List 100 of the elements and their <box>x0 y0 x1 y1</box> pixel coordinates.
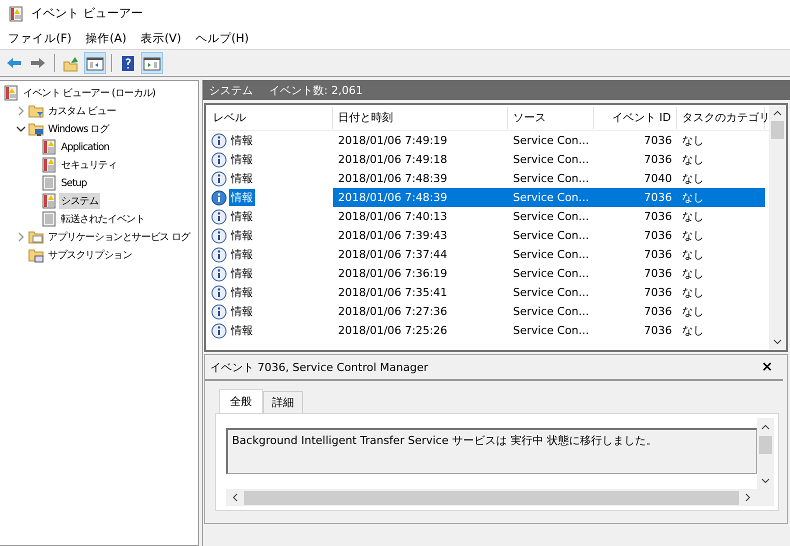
table-cell[interactable]: 情報 <box>229 227 255 244</box>
tree-item[interactable]: Setup <box>59 176 89 190</box>
table-cell[interactable]: なし <box>677 247 765 262</box>
table-cell[interactable]: 7036 <box>594 229 677 242</box>
info-icon <box>211 266 227 282</box>
tree-item[interactable]: セキュリティ <box>59 157 119 173</box>
table-cell[interactable]: Service Con... <box>508 267 594 280</box>
menu-item[interactable]: ヘルプ(H) <box>190 28 254 48</box>
chevron-down-icon[interactable] <box>16 124 26 134</box>
column-header[interactable]: 日付と時刻 <box>333 106 508 128</box>
table-cell[interactable]: 情報 <box>229 208 255 225</box>
table-cell[interactable]: なし <box>677 133 765 148</box>
tree-item[interactable]: システム <box>59 193 100 209</box>
table-cell[interactable]: Service Con... <box>508 134 594 147</box>
window-title: イベント ビューアー <box>31 5 143 22</box>
scroll-up-icon[interactable] <box>761 424 770 430</box>
menu-item[interactable]: ファイル(F) <box>3 28 77 48</box>
table-cell[interactable]: 2018/01/06 7:40:13 <box>333 210 508 223</box>
table-cell[interactable]: なし <box>677 209 765 224</box>
scroll-thumb[interactable] <box>771 121 784 139</box>
table-cell[interactable]: 情報 <box>229 151 255 168</box>
table-cell[interactable]: Service Con... <box>508 286 594 299</box>
table-cell[interactable]: 7036 <box>594 324 677 337</box>
table-cell[interactable]: 7036 <box>594 286 677 299</box>
log-icon <box>41 175 57 191</box>
table-cell[interactable]: 2018/01/06 7:39:43 <box>333 229 508 242</box>
table-cell[interactable]: Service Con... <box>508 191 594 204</box>
show-tree-button[interactable] <box>84 52 106 74</box>
scroll-left-icon[interactable] <box>232 493 238 502</box>
tab[interactable]: 詳細 <box>263 391 303 413</box>
table-cell[interactable]: 情報 <box>229 246 255 263</box>
table-cell[interactable]: 2018/01/06 7:48:39 <box>333 172 508 185</box>
column-header[interactable]: レベル <box>208 106 333 128</box>
scroll-down-icon[interactable] <box>773 339 782 345</box>
table-cell[interactable]: Service Con... <box>508 172 594 185</box>
table-cell[interactable]: 7040 <box>594 172 677 185</box>
table-cell[interactable]: 2018/01/06 7:48:39 <box>333 191 508 204</box>
table-cell[interactable]: 7036 <box>594 191 677 204</box>
vertical-scrollbar[interactable] <box>757 418 774 506</box>
chevron-right-icon[interactable] <box>16 232 26 242</box>
table-cell[interactable]: Service Con... <box>508 210 594 223</box>
menu-item[interactable]: 表示(V) <box>135 28 186 48</box>
tab[interactable]: 全般 <box>219 389 263 413</box>
column-header[interactable]: ソース <box>508 106 594 128</box>
table-cell[interactable]: Service Con... <box>508 229 594 242</box>
table-cell[interactable]: 情報 <box>229 322 255 339</box>
scroll-thumb[interactable] <box>244 490 739 504</box>
table-cell[interactable]: 情報 <box>229 170 255 187</box>
table-cell[interactable]: 情報 <box>229 189 255 206</box>
info-icon <box>211 132 227 148</box>
scroll-down-icon[interactable] <box>761 478 770 484</box>
table-cell[interactable]: なし <box>677 285 765 300</box>
table-cell[interactable]: Service Con... <box>508 324 594 337</box>
info-icon <box>211 304 227 320</box>
table-cell[interactable]: なし <box>677 190 765 205</box>
scroll-up-icon[interactable] <box>773 110 782 116</box>
table-cell[interactable]: 2018/01/06 7:37:44 <box>333 248 508 261</box>
table-cell[interactable]: なし <box>677 323 765 338</box>
table-cell[interactable]: Service Con... <box>508 153 594 166</box>
menu-item[interactable]: 操作(A) <box>80 28 132 48</box>
tree-item[interactable]: サブスクリプション <box>46 247 134 263</box>
table-cell[interactable]: 2018/01/06 7:35:41 <box>333 286 508 299</box>
table-cell[interactable]: 7036 <box>594 153 677 166</box>
table-cell[interactable]: 情報 <box>229 265 255 282</box>
tree-item[interactable]: イベント ビューアー (ローカル) <box>21 85 158 101</box>
vertical-scrollbar[interactable] <box>769 105 786 350</box>
tree-item[interactable]: Windows ログ <box>46 121 111 137</box>
table-cell[interactable]: なし <box>677 171 765 186</box>
tree-item[interactable]: カスタム ビュー <box>46 103 118 119</box>
horizontal-scrollbar[interactable] <box>226 489 757 506</box>
tree-item[interactable]: Application <box>59 140 112 154</box>
table-cell[interactable]: 7036 <box>594 248 677 261</box>
chevron-right-icon[interactable] <box>16 106 26 116</box>
table-cell[interactable]: Service Con... <box>508 248 594 261</box>
close-button[interactable]: × <box>761 359 773 375</box>
table-cell[interactable]: なし <box>677 304 765 319</box>
table-cell[interactable]: 2018/01/06 7:49:19 <box>333 134 508 147</box>
table-cell[interactable]: Service Con... <box>508 305 594 318</box>
table-cell[interactable]: 2018/01/06 7:36:19 <box>333 267 508 280</box>
table-cell[interactable]: 7036 <box>594 210 677 223</box>
scroll-thumb[interactable] <box>759 436 772 454</box>
table-cell[interactable]: 情報 <box>229 132 255 149</box>
column-header[interactable]: イベント ID <box>594 106 677 128</box>
table-cell[interactable]: 7036 <box>594 134 677 147</box>
column-header[interactable]: タスクのカテゴリ <box>677 106 765 128</box>
table-cell[interactable]: なし <box>677 152 765 167</box>
table-cell[interactable]: 7036 <box>594 305 677 318</box>
table-cell[interactable]: なし <box>677 266 765 281</box>
tree-item[interactable]: 転送されたイベント <box>59 211 147 227</box>
scroll-right-icon[interactable] <box>745 493 751 502</box>
table-cell[interactable]: 情報 <box>229 284 255 301</box>
table-cell[interactable]: 2018/01/06 7:27:36 <box>333 305 508 318</box>
table-cell[interactable]: 2018/01/06 7:25:26 <box>333 324 508 337</box>
table-cell[interactable]: なし <box>677 228 765 243</box>
table-cell[interactable]: 2018/01/06 7:49:18 <box>333 153 508 166</box>
log-icon <box>41 211 57 227</box>
show-action-pane-button[interactable] <box>141 52 163 74</box>
tree-item[interactable]: アプリケーションとサービス ログ <box>46 229 192 245</box>
table-cell[interactable]: 情報 <box>229 303 255 320</box>
table-cell[interactable]: 7036 <box>594 267 677 280</box>
